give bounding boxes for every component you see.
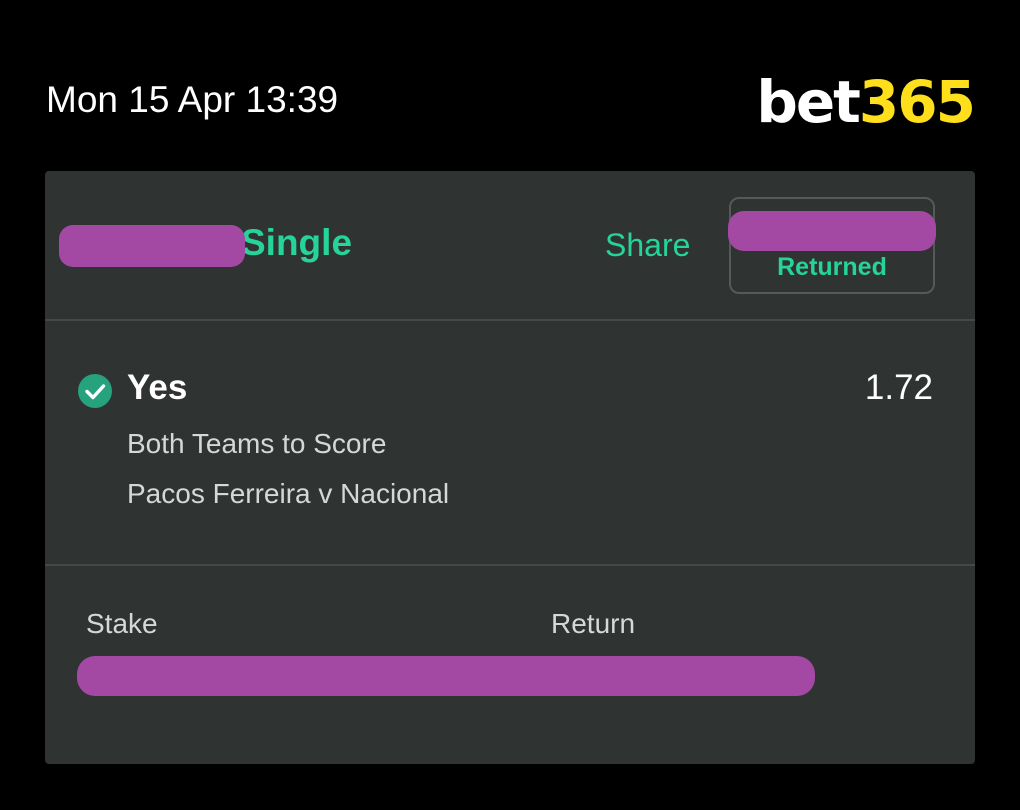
bet-timestamp: Mon 15 Apr 13:39 (46, 79, 339, 120)
bet-status-label: Returned (777, 253, 887, 281)
bet-receipt-card: Single Share Returned Yes 1.72 Both Team… (45, 171, 975, 764)
redaction-mark-status (728, 211, 936, 251)
logo-text-365: 365 (858, 68, 976, 136)
share-button[interactable]: Share (605, 225, 690, 265)
top-bar: Mon 15 Apr 13:39 bet365 (0, 0, 1020, 170)
bet-type-label: Single (241, 222, 353, 263)
stake-return-section: Stake Return (45, 566, 975, 764)
selection-row: Yes 1.72 Both Teams to Score Pacos Ferre… (45, 321, 975, 566)
stake-label: Stake (86, 608, 158, 639)
return-label: Return (551, 608, 636, 639)
selection-name: Yes (127, 368, 188, 407)
redaction-mark-amounts (77, 656, 815, 696)
bet365-logo: bet365 (756, 68, 976, 136)
redaction-mark-stake-amount (59, 225, 245, 267)
bet-card-header: Single Share Returned (45, 171, 975, 321)
logo-text-bet: bet (756, 68, 861, 136)
fixture-name: Pacos Ferreira v Nacional (127, 478, 450, 509)
market-name: Both Teams to Score (127, 428, 387, 459)
selection-odds: 1.72 (864, 368, 933, 407)
check-circle-icon (78, 374, 112, 408)
